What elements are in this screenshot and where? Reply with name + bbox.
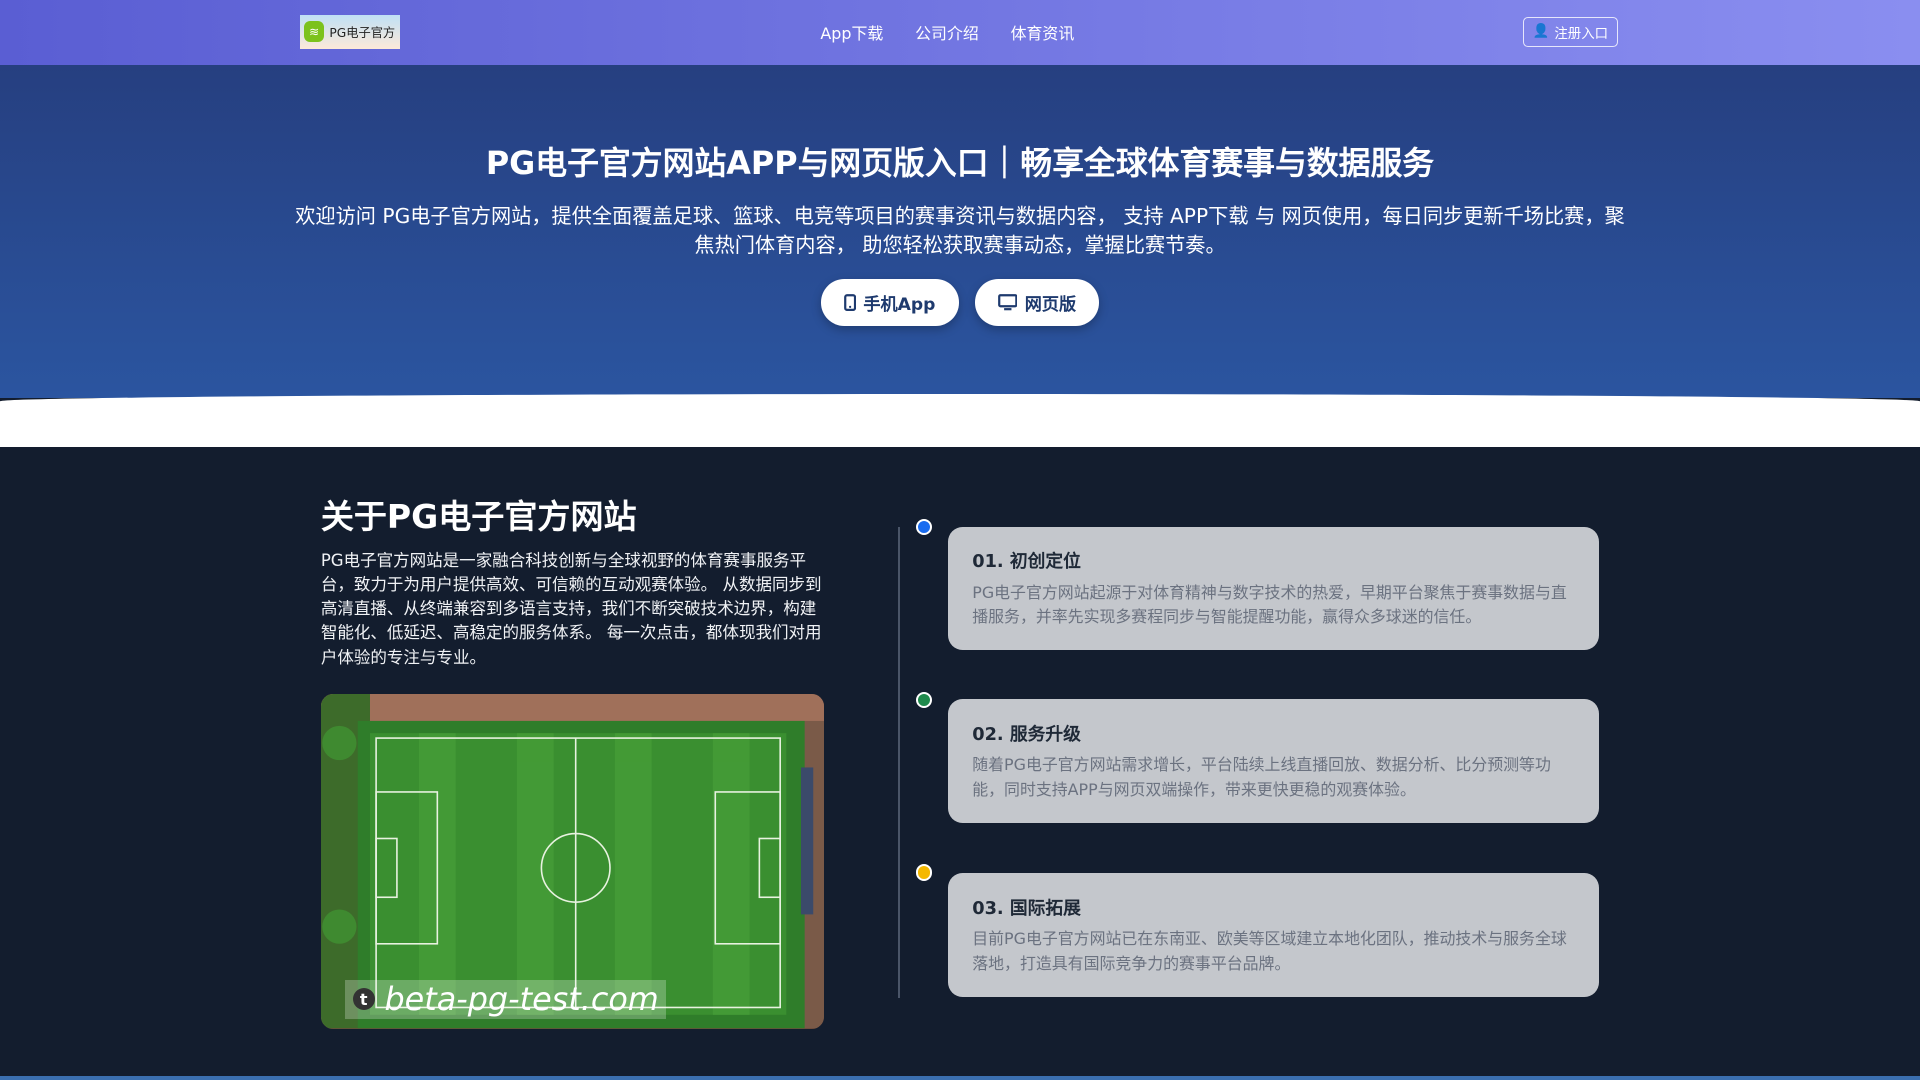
timeline-line	[897, 526, 900, 998]
logo[interactable]: ≋ PG电子官方	[300, 14, 401, 49]
stadium-aerial-image	[320, 694, 825, 1029]
user-plus-icon: 👤	[1532, 24, 1550, 40]
timeline-card-title: 02. 服务升级	[972, 725, 1081, 745]
mobile-app-label: 手机App	[863, 294, 936, 315]
timeline-card-title: 01. 初创定位	[972, 552, 1081, 573]
logo-icon: ≋	[303, 21, 325, 43]
timeline-dot-3	[915, 864, 933, 881]
timeline-card: 02. 服务升级 随着PG电子官方网站需求增长，平台陆续上线直播回放、数据分析、…	[947, 699, 1600, 823]
bottom-border	[0, 1076, 1920, 1080]
nav-link-app-download[interactable]: App下载	[820, 21, 883, 44]
watermark: t beta-pg-test.com	[345, 979, 667, 1019]
nav-link-sports-news[interactable]: 体育资讯	[1011, 21, 1075, 44]
nav-links: App下载 公司介绍 体育资讯	[820, 21, 1074, 44]
timeline-card-text: 目前PG电子官方网站已在东南亚、欧美等区域建立本地化团队，推动技术与服务全球落地…	[972, 929, 1567, 973]
timeline-card: 03. 国际拓展 目前PG电子官方网站已在东南亚、欧美等区域建立本地化团队，推动…	[947, 873, 1600, 997]
timeline-card-text: PG电子官方网站起源于对体育精神与数字技术的热爱，早期平台聚焦于赛事数据与直播服…	[972, 582, 1567, 627]
web-version-button[interactable]: 网页版	[974, 279, 1100, 326]
timeline-card-title: 03. 国际拓展	[972, 898, 1081, 919]
top-navbar: ≋ PG电子官方 App下载 公司介绍 体育资讯 👤 注册入口	[0, 0, 1920, 65]
logo-text: PG电子官方	[329, 25, 396, 40]
about-title: 关于PG电子官方网站	[320, 496, 637, 536]
hero-section: PG电子官方网站APP与网页版入口｜畅享全球体育赛事与数据服务 欢迎访问 PG电…	[0, 64, 1920, 398]
web-version-label: 网页版	[1024, 294, 1077, 315]
nav-link-company[interactable]: 公司介绍	[915, 21, 979, 44]
watermark-text: beta-pg-test.com	[384, 980, 659, 1019]
register-label: 注册入口	[1554, 26, 1609, 42]
hero-description: 欢迎访问 PG电子官方网站，提供全面覆盖足球、篮球、电竞等项目的赛事资讯与数据内…	[295, 204, 1625, 258]
timeline-dot-1	[915, 519, 933, 536]
tumblr-icon: t	[352, 988, 375, 1011]
phone-icon	[843, 293, 856, 311]
desktop-icon	[997, 293, 1018, 311]
timeline-card-text: 随着PG电子官方网站需求增长，平台陆续上线直播回放、数据分析、比分预测等功能，同…	[972, 755, 1551, 799]
about-text: PG电子官方网站是一家融合科技创新与全球视野的体育赛事服务平台，致力于为用户提供…	[320, 550, 822, 667]
timeline-card: 01. 初创定位 PG电子官方网站起源于对体育精神与数字技术的热爱，早期平台聚焦…	[947, 526, 1600, 651]
mobile-app-button[interactable]: 手机App	[820, 279, 959, 326]
hero-title: PG电子官方网站APP与网页版入口｜畅享全球体育赛事与数据服务	[485, 144, 1435, 183]
timeline-dot-2	[915, 691, 933, 709]
wave-divider	[0, 394, 1920, 447]
register-button[interactable]: 👤 注册入口	[1523, 17, 1618, 47]
